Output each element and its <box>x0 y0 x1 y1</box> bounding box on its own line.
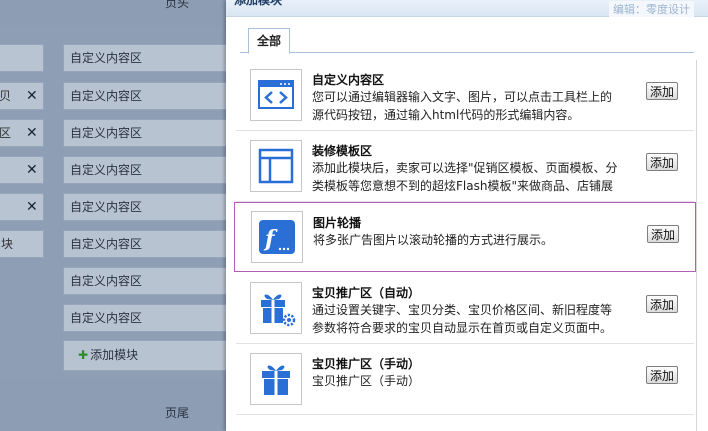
item-description: 将多张广告图片以滚动轮播的方式进行展示。 <box>313 233 554 247</box>
list-item: 自定义内容区 您可以通过编辑器输入文字、图片，可以点击工具栏上的源代码按钮，通过… <box>236 60 694 131</box>
page-footer-label: 页尾 <box>165 406 190 420</box>
add-button[interactable]: 添加 <box>646 82 678 100</box>
gift-icon <box>250 353 302 405</box>
list-right-border <box>696 60 697 431</box>
item-description: 添加此模块后，卖家可以选择"促销区模板、页面模板、分类模板等您意想不到的超炫Fl… <box>312 161 618 193</box>
gift-gear-icon <box>250 282 302 334</box>
list-item: 宝贝推广区（手动） 宝贝推广区（手动） 添加 <box>236 344 694 415</box>
close-icon[interactable]: ✕ <box>26 194 38 220</box>
add-button[interactable]: 添加 <box>646 153 678 171</box>
add-module-button[interactable]: ✚ 添加模块 <box>63 340 228 371</box>
credit-watermark: 编辑：零度设计 <box>609 1 694 17</box>
left-cell: 块 <box>0 230 44 258</box>
plus-icon: ✚ <box>78 348 89 362</box>
tab-bar <box>240 52 694 53</box>
item-title: 自定义内容区 <box>312 73 385 87</box>
code-icon <box>250 69 302 121</box>
module-slot[interactable]: 自定义内容区 <box>63 193 228 221</box>
list-item: 宝贝推广区（自动） 通过设置关键字、宝贝分类、宝贝价格区间、新旧程度等参数将符合… <box>236 273 694 344</box>
left-cell <box>0 44 44 72</box>
item-title: 装修模板区 <box>312 144 373 158</box>
left-cell: 贝 ✕ <box>0 82 44 110</box>
module-slot[interactable]: 自定义内容区 <box>63 82 228 110</box>
item-title: 图片轮播 <box>313 216 362 230</box>
module-slot[interactable]: 自定义内容区 <box>63 119 228 147</box>
item-title: 宝贝推广区（手动） <box>312 357 421 371</box>
dialog-header: 添加模块 编辑：零度设计 <box>226 0 708 17</box>
item-description: 通过设置关键字、宝贝分类、宝贝价格区间、新旧程度等参数将符合要求的宝贝自动显示在… <box>312 303 613 335</box>
add-module-dialog: 添加模块 编辑：零度设计 全部 自定义内容区 您可以通过编辑器输入文字、图片，可… <box>226 0 708 431</box>
module-slot[interactable]: 自定义内容区 <box>63 230 228 258</box>
module-slot[interactable]: 自定义内容区 <box>63 44 228 72</box>
close-icon[interactable]: ✕ <box>26 120 38 146</box>
close-icon[interactable]: ✕ <box>26 157 38 183</box>
item-title: 宝贝推广区（自动） <box>312 286 421 300</box>
flash-icon: f <box>251 211 303 263</box>
list-item-selected[interactable]: f 图片轮播 将多张广告图片以滚动轮播的方式进行展示。 添加 <box>234 202 696 272</box>
page-header-label: 页头 <box>165 0 190 10</box>
module-list: 自定义内容区 您可以通过编辑器输入文字、图片，可以点击工具栏上的源代码按钮，通过… <box>234 60 700 431</box>
add-button[interactable]: 添加 <box>646 366 678 384</box>
item-description: 宝贝推广区（手动） <box>312 374 421 388</box>
left-cell: ✕ <box>0 156 44 184</box>
tab-all[interactable]: 全部 <box>248 28 291 54</box>
add-button[interactable]: 添加 <box>647 225 679 243</box>
module-slot[interactable]: 自定义内容区 <box>63 304 228 332</box>
item-description: 您可以通过编辑器输入文字、图片，可以点击工具栏上的源代码按钮，通过输入html代… <box>312 90 613 122</box>
left-cell: ✕ <box>0 193 44 221</box>
module-slot[interactable]: 自定义内容区 <box>63 267 228 295</box>
add-module-label: 添加模块 <box>90 348 139 362</box>
list-item: 装修模板区 添加此模块后，卖家可以选择"促销区模板、页面模板、分类模板等您意想不… <box>236 131 694 202</box>
close-icon[interactable]: ✕ <box>26 83 38 109</box>
page-footer-band <box>0 380 230 431</box>
dialog-title: 添加模块 <box>234 0 283 7</box>
add-button[interactable]: 添加 <box>646 295 678 313</box>
module-slot[interactable]: 自定义内容区 <box>63 156 228 184</box>
layout-template-icon <box>250 140 302 192</box>
left-cell: 区 ✕ <box>0 119 44 147</box>
